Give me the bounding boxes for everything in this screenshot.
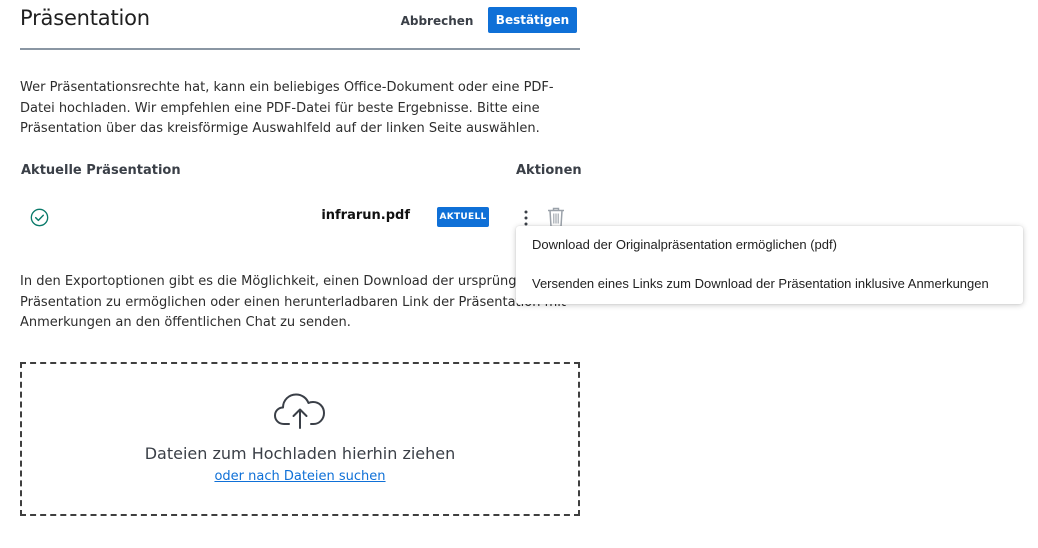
confirm-button[interactable]: Bestätigen xyxy=(488,7,577,33)
browse-files-link[interactable]: oder nach Dateien suchen xyxy=(20,469,580,484)
file-dropzone[interactable] xyxy=(20,362,580,516)
file-name: infrarun.pdf xyxy=(321,208,410,223)
intro-text: Wer Präsentationsrechte hat, kann ein be… xyxy=(20,80,554,136)
page-title: Präsentation xyxy=(20,6,150,30)
header-divider xyxy=(20,48,580,50)
dropzone-text: Dateien zum Hochladen hierhin ziehen xyxy=(144,444,456,463)
export-options-text: In den Exportoptionen gibt es die Möglic… xyxy=(20,274,566,330)
menu-item-send-link[interactable]: Versenden eines Links zum Download der P… xyxy=(516,265,1023,303)
presentation-upload-modal: Präsentation Abbrechen Bestätigen Wer Pr… xyxy=(0,0,1038,548)
current-badge: AKTUELL xyxy=(437,207,489,227)
trash-icon[interactable] xyxy=(546,206,566,228)
export-options-menu: Download der Originalpräsentation ermögl… xyxy=(516,226,1023,304)
actions-header: Aktionen xyxy=(516,163,582,178)
check-circle-icon[interactable] xyxy=(30,208,49,227)
current-presentation-header: Aktuelle Präsentation xyxy=(21,163,181,178)
cloud-upload-icon xyxy=(274,393,325,429)
cancel-button[interactable]: Abbrechen xyxy=(398,8,476,33)
menu-item-allow-download[interactable]: Download der Originalpräsentation ermögl… xyxy=(516,226,1023,264)
